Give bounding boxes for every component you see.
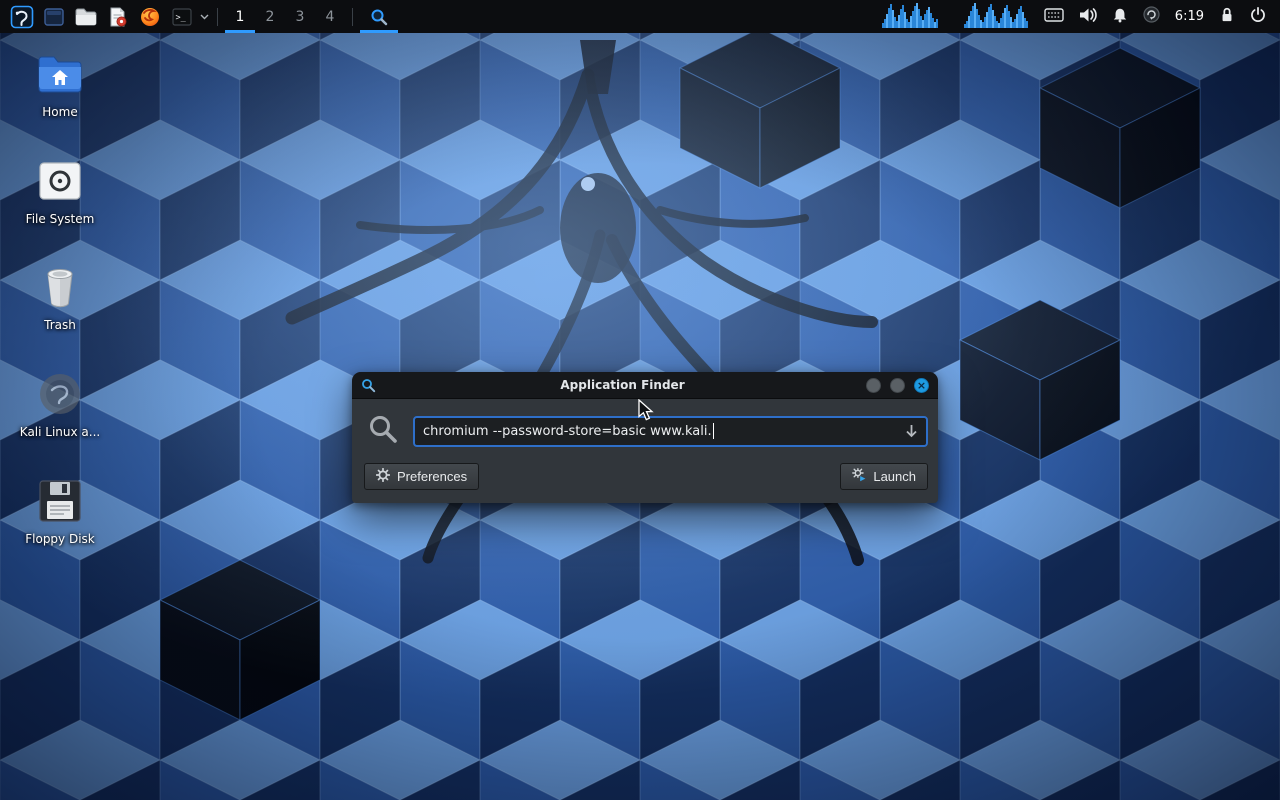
desktop-icon-file-system[interactable]: File System	[14, 157, 106, 226]
notifications-icon[interactable]	[1112, 7, 1128, 27]
desktop-icon-kali-linux[interactable]: Kali Linux a...	[14, 370, 106, 439]
desktop-icon-label: Home	[42, 105, 77, 119]
panel-right-group: 6:19	[1044, 0, 1280, 33]
terminal-icon[interactable]: >_	[166, 0, 198, 33]
launch-icon	[852, 468, 866, 485]
audio-visualizer-left	[882, 2, 938, 28]
text-caret	[713, 423, 714, 439]
home-folder-icon	[36, 50, 84, 98]
launch-button[interactable]: Launch	[840, 463, 928, 490]
panel-left-group: >_ 1 2 3 4	[0, 0, 398, 33]
titlebar[interactable]: Application Finder ×	[352, 372, 938, 399]
finder-body: chromium --password-store=basic www.kali…	[352, 399, 938, 503]
kali-docs-icon	[36, 370, 84, 418]
desktop-icon-label: Trash	[44, 318, 76, 332]
search-input[interactable]: chromium --password-store=basic www.kali…	[413, 416, 928, 447]
kali-menu-icon[interactable]	[6, 0, 38, 33]
floppy-disk-icon	[36, 477, 84, 525]
taskbar-application-finder-button[interactable]	[360, 0, 398, 33]
desktop-icon-label: File System	[26, 212, 95, 226]
search-row: chromium --password-store=basic www.kali…	[364, 414, 928, 448]
filesystem-drive-icon	[36, 157, 84, 205]
search-input-value: chromium --password-store=basic www.kali…	[423, 424, 712, 439]
workspace-4[interactable]: 4	[315, 0, 345, 33]
gear-icon	[376, 468, 390, 485]
trash-icon	[36, 263, 84, 311]
workspace-1[interactable]: 1	[225, 0, 255, 33]
audio-visualizer-right	[964, 2, 1028, 28]
panel-separator	[352, 8, 353, 26]
minimize-button[interactable]	[866, 378, 881, 393]
app-finder-window-icon	[361, 378, 379, 393]
window-title: Application Finder	[379, 378, 866, 392]
window-icon[interactable]	[38, 0, 70, 33]
panel-separator	[217, 8, 218, 26]
history-dropdown-arrow-icon[interactable]	[905, 424, 918, 438]
file-manager-icon[interactable]	[70, 0, 102, 33]
desktop-icon-home[interactable]: Home	[14, 50, 106, 119]
firefox-icon[interactable]	[134, 0, 166, 33]
desktop-icon-label: Floppy Disk	[25, 532, 95, 546]
terminal-dropdown-chevron-icon[interactable]	[198, 0, 210, 33]
svg-text:>_: >_	[176, 13, 187, 23]
button-row: Preferences Launch	[364, 463, 928, 490]
preferences-button[interactable]: Preferences	[364, 463, 479, 490]
preferences-button-label: Preferences	[397, 469, 467, 484]
status-icon[interactable]	[1143, 6, 1160, 27]
window-controls: ×	[866, 378, 929, 393]
application-finder-window: Application Finder × chromium --password…	[352, 372, 938, 503]
volume-icon[interactable]	[1079, 7, 1097, 27]
keyboard-icon[interactable]	[1044, 7, 1064, 26]
workspace-3[interactable]: 3	[285, 0, 315, 33]
close-button[interactable]: ×	[914, 378, 929, 393]
launch-button-label: Launch	[873, 469, 916, 484]
power-icon[interactable]	[1250, 6, 1266, 27]
search-icon	[368, 414, 398, 448]
clock[interactable]: 6:19	[1175, 9, 1204, 24]
maximize-button[interactable]	[890, 378, 905, 393]
desktop-icon-floppy-disk[interactable]: Floppy Disk	[14, 477, 106, 546]
top-panel: >_ 1 2 3 4	[0, 0, 1280, 33]
text-editor-icon[interactable]	[102, 0, 134, 33]
lock-icon[interactable]	[1219, 6, 1235, 27]
desktop-icon-label: Kali Linux a...	[20, 425, 100, 439]
workspace-2[interactable]: 2	[255, 0, 285, 33]
desktop-icon-trash[interactable]: Trash	[14, 263, 106, 332]
